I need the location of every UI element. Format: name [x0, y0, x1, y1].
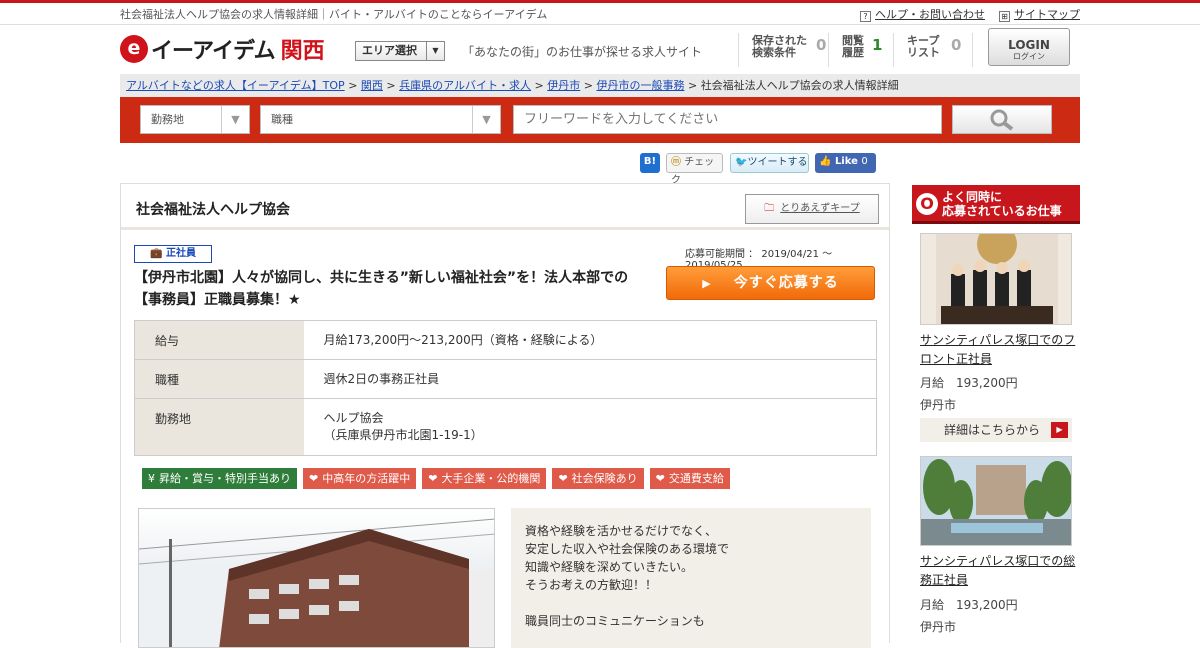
search-icon — [990, 109, 1014, 131]
divider — [972, 33, 973, 67]
tagline: 「あなたの街」のお仕事が探せる求人サイト — [462, 45, 703, 59]
page-title-text: 社会福祉法人ヘルプ協会の求人情報詳細｜バイト・アルバイトのことならイーアイデム — [120, 8, 548, 21]
sidebar-heading: O よく同時に 応募されているお仕事 — [912, 185, 1080, 224]
saved-count: 0 — [816, 36, 827, 54]
table-row: 給与 月給173,200円〜213,200円（資格・経験による） — [134, 320, 877, 360]
divider — [828, 33, 829, 67]
location-select[interactable]: 勤務地 ▼ — [140, 105, 250, 134]
history-count: 1 — [872, 36, 883, 54]
heart-icon: ❤ — [428, 472, 438, 485]
related-job-photo[interactable] — [920, 233, 1072, 325]
job-description: 資格や経験を活かせるだけでなく、 安定した収入や社会保険のある環境で 知識や経験… — [511, 508, 871, 648]
tweet-button[interactable]: 🐦ツイートする — [730, 153, 809, 173]
top-accent-line — [0, 0, 1200, 3]
keep-list[interactable]: キープ リスト 0 — [907, 35, 961, 59]
related-job-detail-link[interactable]: 詳細はこちらから ▶ — [920, 418, 1072, 442]
site-header: e イーアイデム 関西 エリア選択 ▼ 「あなたの街」のお仕事が探せる求人サイト … — [120, 25, 1080, 73]
heart-icon: ❤ — [309, 472, 319, 485]
yen-icon: ¥ — [148, 472, 155, 485]
related-job-salary: 月給 193,200円 — [920, 598, 1018, 612]
table-row: 勤務地 ヘルプ協会 （兵庫県伊丹市北園1-19-1） — [134, 398, 877, 456]
related-job-title[interactable]: サンシティパレス塚口での総務正社員 — [920, 552, 1080, 590]
breadcrumb-current: 社会福祉法人ヘルプ協会の求人情報詳細 — [700, 79, 899, 92]
search-button[interactable] — [952, 105, 1052, 134]
job-title: 【伊丹市北園】人々が協同し、共に生きる”新しい福祉社会”を！法人本部での【事務員… — [134, 270, 629, 308]
help-link[interactable]: ? ヘルプ・お問い合わせ — [860, 6, 985, 22]
mixi-icon: ⓜ — [671, 157, 681, 168]
breadcrumb-top[interactable]: アルバイトなどの求人【イーアイデム】TOP — [126, 79, 345, 92]
row-label: 勤務地 — [134, 398, 304, 456]
top-bar: 社会福祉法人ヘルプ協会の求人情報詳細｜バイト・アルバイトのことならイーアイデム … — [120, 4, 1080, 24]
breadcrumb: アルバイトなどの求人【イーアイデム】TOP > 関西 > 兵庫県のアルバイト・求… — [120, 74, 1080, 97]
company-name: 社会福祉法人ヘルプ協会 — [136, 202, 290, 218]
company-header: 社会福祉法人ヘルプ協会 🗀 とりあえずキープ — [121, 184, 889, 230]
row-value: ヘルプ協会 （兵庫県伊丹市北園1-19-1） — [303, 398, 877, 456]
tag: ❤ 社会保険あり — [552, 468, 644, 489]
saved-searches[interactable]: 保存された 検索条件 0 — [752, 35, 826, 59]
divider — [893, 33, 894, 67]
sidebar-related-jobs: O よく同時に 応募されているお仕事 サンシティパレス塚口でのフロント正社員 月給 … — [912, 185, 1080, 645]
related-job-title[interactable]: サンシティパレス塚口でのフロント正社員 — [920, 331, 1080, 369]
chevron-down-icon: ▼ — [426, 42, 444, 60]
tag: ❤ 大手企業・公的機関 — [422, 468, 547, 489]
related-job-salary: 月給 193,200円 — [920, 376, 1018, 390]
hatena-button[interactable]: B! — [640, 153, 660, 173]
briefcase-icon: 💼 — [150, 248, 163, 259]
row-value: 週休2日の事務正社員 — [303, 359, 877, 399]
play-icon: ▶ — [1051, 422, 1068, 438]
tag: ❤ 中高年の方活躍中 — [303, 468, 417, 489]
related-job-location: 伊丹市 — [920, 620, 957, 634]
job-detail: 社会福祉法人ヘルプ協会 🗀 とりあえずキープ 💼 正社員 応募可能期間 ： 201… — [120, 183, 890, 648]
login-button[interactable]: LOGIN ログイン — [988, 28, 1070, 66]
logo-e-icon: e — [120, 35, 148, 63]
help-icon: ? — [860, 11, 871, 22]
twitter-icon: 🐦 — [735, 157, 748, 168]
breadcrumb-itami[interactable]: 伊丹市 — [547, 79, 580, 92]
site-logo[interactable]: e イーアイデム 関西 — [120, 33, 325, 65]
employment-badge: 💼 正社員 — [134, 245, 212, 263]
workplace-photo — [138, 508, 495, 648]
area-select[interactable]: エリア選択 ▼ — [355, 41, 445, 61]
tag: ¥ 昇給・賞与・特別手当あり — [142, 468, 297, 489]
search-bar: 勤務地 ▼ 職種 ▼ — [120, 97, 1080, 143]
breadcrumb-hyogo[interactable]: 兵庫県のアルバイト・求人 — [399, 79, 531, 92]
row-label: 給与 — [134, 320, 304, 360]
sitemap-icon: ⊞ — [999, 11, 1010, 22]
heart-icon: ❤ — [655, 472, 665, 485]
freeword-input[interactable] — [513, 105, 942, 134]
related-job-photo[interactable] — [920, 456, 1072, 546]
heart-icon: ❤ — [558, 472, 568, 485]
facebook-like-button[interactable]: 👍 Like 0 — [815, 153, 876, 173]
keep-count: 0 — [951, 36, 962, 54]
o-icon: O — [916, 193, 938, 215]
job-info-table: 給与 月給173,200円〜213,200円（資格・経験による） 職種 週休2日の事… — [134, 320, 877, 456]
region-label: 関西 — [280, 39, 325, 64]
row-label: 職種 — [134, 359, 304, 399]
keep-button[interactable]: 🗀 とりあえずキープ — [745, 194, 879, 224]
job-type-select[interactable]: 職種 ▼ — [260, 105, 501, 134]
row-value: 月給173,200円〜213,200円（資格・経験による） — [303, 320, 877, 360]
thumbs-up-icon: 👍 — [819, 156, 832, 167]
tag: ❤ 交通費支給 — [649, 468, 730, 489]
breadcrumb-office[interactable]: 伊丹市の一般事務 — [596, 79, 684, 92]
related-job-location: 伊丹市 — [920, 398, 957, 412]
breadcrumb-kansai[interactable]: 関西 — [361, 79, 383, 92]
table-row: 職種 週休2日の事務正社員 — [134, 359, 877, 399]
chevron-down-icon: ▼ — [221, 106, 249, 133]
chevron-down-icon: ▼ — [472, 106, 500, 133]
divider — [738, 33, 739, 67]
mixi-check-button[interactable]: ⓜ チェック — [666, 153, 723, 186]
browsing-history[interactable]: 閲覧 履歴 1 — [842, 35, 882, 59]
apply-button[interactable]: ▶ 今すぐ応募する — [666, 266, 875, 300]
play-icon: ▶ — [702, 277, 712, 290]
sitemap-link[interactable]: ⊞ サイトマップ — [999, 6, 1080, 22]
folder-icon: 🗀 — [764, 203, 775, 214]
feature-tags: ¥ 昇給・賞与・特別手当あり ❤ 中高年の方活躍中 ❤ 大手企業・公的機関 ❤ 社会保険… — [142, 468, 730, 489]
